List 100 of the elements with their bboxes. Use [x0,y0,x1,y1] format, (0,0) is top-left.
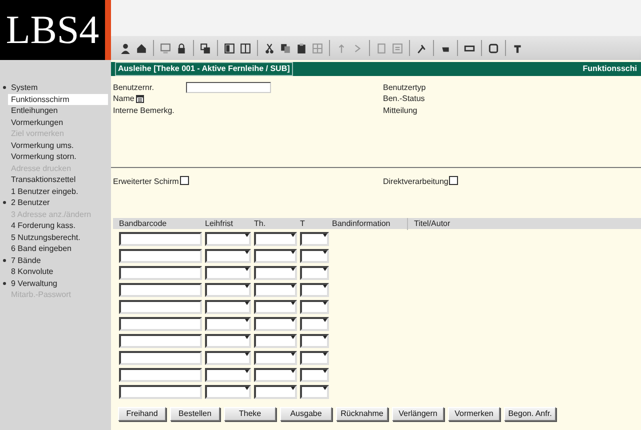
scissors-icon[interactable] [263,42,276,54]
caret-icon [291,268,295,271]
barcode-field[interactable] [119,317,202,331]
sidebar-item[interactable]: 6 Band eingeben [8,243,74,254]
caret-icon [323,370,327,373]
sidebar-item[interactable]: Transaktionszettel [8,174,78,186]
sidebar-item[interactable]: Vormerkung storn. [8,151,78,162]
dropdown-field[interactable] [254,266,297,280]
barcode-field[interactable] [119,385,202,399]
dropdown-field[interactable] [300,232,329,246]
field-label: Benutzertyp [383,82,426,94]
caret-icon [291,319,295,322]
field-label: Ben.-Status [383,93,425,106]
barcode-field[interactable] [119,334,202,348]
sidebar-item[interactable]: 4 Forderung kass. [8,220,78,232]
dropdown-field[interactable] [254,334,297,348]
dropdown-field[interactable] [300,300,329,314]
dropdown-field[interactable] [254,232,297,246]
window-icon[interactable] [199,42,212,54]
column-header: Th. [253,218,267,230]
barcode-field[interactable] [119,266,202,280]
caret-icon [291,251,295,254]
sidebar-item[interactable]: Vormerkung ums. [8,140,76,151]
caret-icon [291,285,295,288]
action-button[interactable]: Freihand [118,407,166,421]
caret-icon [245,387,249,390]
checkbox-label: Direktverarbeitung [383,176,448,188]
action-button[interactable]: Rücknahme [336,407,388,421]
square-icon[interactable] [487,42,500,54]
dropdown-field[interactable] [254,351,297,365]
dropdown-field[interactable] [205,368,251,382]
sidebar-item[interactable]: Entleihungen [8,105,60,116]
sidebar-item[interactable]: 5 Nutzungsberecht. [8,232,82,243]
caret-icon [291,302,295,305]
user-number-field[interactable] [186,82,271,94]
caret-icon [245,234,249,237]
sidebar-item[interactable]: 7 Bände [8,254,43,266]
barcode-field[interactable] [119,300,202,314]
dropdown-field[interactable] [254,317,297,331]
barcode-field[interactable] [119,368,202,382]
dropdown-field[interactable] [205,249,251,263]
action-button[interactable]: Vormerken [448,407,500,421]
sidebar-item[interactable]: 9 Verwaltung [8,278,60,289]
dropdown-field[interactable] [205,300,251,314]
dropdown-field[interactable] [205,351,251,365]
sidebar-item[interactable]: 1 Benutzer eingeb. [8,186,80,197]
dropdown-field[interactable] [254,385,297,399]
checkbox[interactable] [449,176,458,185]
columns-icon[interactable] [239,42,252,54]
dropdown-field[interactable] [300,368,329,382]
caret-icon [245,268,249,271]
caret-icon [245,302,249,305]
caret-icon [323,285,327,288]
home-icon[interactable] [135,42,148,54]
sidebar-item[interactable]: 2 Benutzer [8,197,52,208]
action-button[interactable]: Verlängern [392,407,444,421]
dropdown-field[interactable] [300,266,329,280]
caret-icon [291,370,295,373]
sidebar-item[interactable]: Vormerkungen [8,116,66,128]
action-button[interactable]: Theke [224,407,276,421]
barcode-field[interactable] [119,283,202,297]
dropdown-field[interactable] [254,300,297,314]
action-button[interactable]: Begon. Anfr. [504,407,556,421]
panel-icon[interactable] [223,42,236,54]
dropdown-field[interactable] [254,368,297,382]
paste-icon[interactable] [295,42,308,54]
dropdown-field[interactable] [300,334,329,348]
caret-icon [323,251,327,254]
action-button[interactable]: Ausgabe [280,407,332,421]
dropdown-field[interactable] [205,283,251,297]
dropdown-field[interactable] [205,385,251,399]
barcode-field[interactable] [119,351,202,365]
dropdown-field[interactable] [300,351,329,365]
dropdown-field[interactable] [205,334,251,348]
dropdown-field[interactable] [254,249,297,263]
person-icon[interactable] [119,42,132,54]
lock-icon[interactable] [175,42,188,54]
sidebar-item[interactable]: Funktionsschirm [8,94,108,105]
caret-icon [245,285,249,288]
dropdown-field[interactable] [300,249,329,263]
sidebar-item[interactable]: 8 Konvolute [8,266,56,278]
caret-icon [291,234,295,237]
barcode-field[interactable] [119,232,202,246]
dropdown-field[interactable] [205,232,251,246]
barcode-field[interactable] [119,249,202,263]
caret-icon [323,268,327,271]
checkbox[interactable] [180,176,189,185]
dropdown-field[interactable] [205,266,251,280]
calendar-icon[interactable] [136,95,144,104]
caret-icon [245,319,249,322]
dropdown-field[interactable] [300,283,329,297]
copy-icon[interactable] [279,42,292,54]
dropdown-field[interactable] [205,317,251,331]
dropdown-field[interactable] [300,385,329,399]
action-button[interactable]: Bestellen [170,407,220,421]
dropdown-field[interactable] [254,283,297,297]
sidebar-item[interactable]: System [8,82,40,94]
caret-icon [245,370,249,373]
dropdown-field[interactable] [300,317,329,331]
caret-icon [323,353,327,356]
